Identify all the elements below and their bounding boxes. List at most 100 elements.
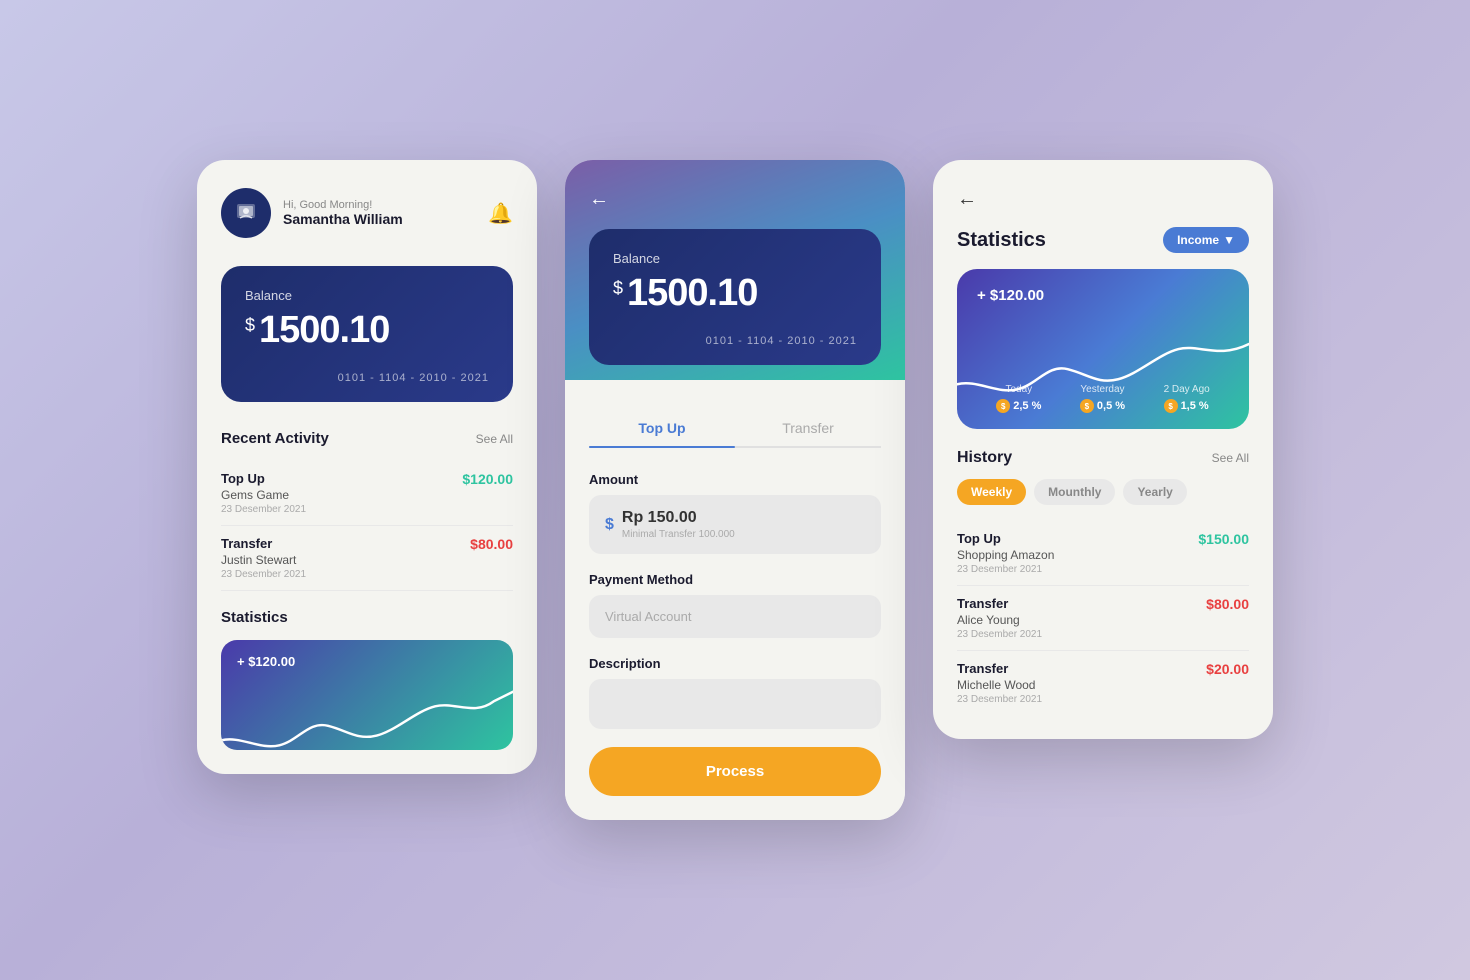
recent-activity-title: Recent Activity bbox=[221, 430, 329, 447]
history-row-2: Transfer Alice Young 23 Desember 2021 $8… bbox=[957, 596, 1249, 640]
payment-method-field[interactable]: Virtual Account bbox=[589, 595, 881, 638]
history-type-2: Transfer bbox=[957, 596, 1042, 611]
history-info-3: Transfer Michelle Wood 23 Desember 2021 bbox=[957, 661, 1042, 705]
process-button[interactable]: Process bbox=[589, 747, 881, 796]
chart-svg bbox=[221, 682, 513, 750]
tab-underline bbox=[589, 446, 735, 448]
chevron-down-icon: ▼ bbox=[1223, 233, 1235, 247]
description-field[interactable] bbox=[589, 679, 881, 729]
income-badge-label: Income bbox=[1177, 233, 1219, 247]
see-all-activity[interactable]: See All bbox=[476, 432, 513, 446]
history-amount-3: $20.00 bbox=[1206, 661, 1249, 677]
balance-currency-2: $ bbox=[613, 278, 623, 299]
tab-transfer[interactable]: Transfer bbox=[735, 410, 881, 446]
amount-field-col: Rp 150.00 Minimal Transfer 100.000 bbox=[622, 509, 735, 540]
description-label: Description bbox=[589, 656, 881, 671]
filter-yearly[interactable]: Yearly bbox=[1123, 479, 1186, 505]
activity-type: Top Up bbox=[221, 471, 306, 486]
balance-number: 1500.10 bbox=[259, 309, 389, 352]
history-type-3: Transfer bbox=[957, 661, 1042, 676]
history-name-2: Alice Young bbox=[957, 613, 1042, 627]
back-arrow-dark-icon[interactable]: ← bbox=[957, 188, 977, 211]
card-number: 0101 - 1104 - 2010 - 2021 bbox=[245, 372, 489, 384]
history-name-1: Shopping Amazon bbox=[957, 548, 1054, 562]
today-percent: 2,5 % bbox=[1013, 400, 1041, 412]
screen3: ← Statistics Income ▼ + $120.00 Today $ … bbox=[933, 160, 1273, 739]
history-amount-1: $150.00 bbox=[1198, 531, 1249, 547]
history-item-transfer2: Transfer Michelle Wood 23 Desember 2021 … bbox=[957, 651, 1249, 715]
statistics-card-big: + $120.00 Today $ 2,5 % Yesterday $ 0,5 … bbox=[957, 269, 1249, 429]
activity-name-2: Justin Stewart bbox=[221, 553, 306, 567]
income-badge[interactable]: Income ▼ bbox=[1163, 227, 1249, 253]
activity-date-2: 23 Desember 2021 bbox=[221, 569, 306, 580]
payment-method-label: Payment Method bbox=[589, 572, 881, 587]
balance-label: Balance bbox=[245, 288, 489, 303]
screen2-body: Top Up Transfer Amount $ Rp 150.00 Minim… bbox=[565, 380, 905, 820]
history-row-3: Transfer Michelle Wood 23 Desember 2021 … bbox=[957, 661, 1249, 705]
activity-amount-transfer: $80.00 bbox=[470, 536, 513, 552]
amount-hint: Minimal Transfer 100.000 bbox=[622, 529, 735, 540]
yesterday-percent: 0,5 % bbox=[1097, 400, 1125, 412]
history-title: History bbox=[957, 449, 1012, 467]
stats-card-value: + $120.00 bbox=[977, 287, 1229, 304]
history-row-1: Top Up Shopping Amazon 23 Desember 2021 … bbox=[957, 531, 1249, 575]
statistics-section: Statistics + $120.00 bbox=[221, 609, 513, 750]
screen3-title: Statistics bbox=[957, 229, 1046, 252]
dollar-symbol: $ bbox=[605, 516, 614, 534]
history-amount-2: $80.00 bbox=[1206, 596, 1249, 612]
back-arrow-icon[interactable]: ← bbox=[589, 188, 881, 211]
activity-name: Gems Game bbox=[221, 488, 306, 502]
activity-type-2: Transfer bbox=[221, 536, 306, 551]
screen2-header: ← Balance $ 1500.10 0101 - 1104 - 2010 -… bbox=[565, 160, 905, 380]
history-date-3: 23 Desember 2021 bbox=[957, 694, 1042, 705]
coin-icon-today: $ bbox=[996, 399, 1010, 413]
filter-tabs: Weekly Mounthly Yearly bbox=[957, 479, 1249, 505]
screen3-title-row: Statistics Income ▼ bbox=[957, 227, 1249, 253]
history-name-3: Michelle Wood bbox=[957, 678, 1042, 692]
screen3-back-header: ← bbox=[957, 188, 1249, 211]
greeting-text: Hi, Good Morning! bbox=[283, 199, 403, 211]
activity-row-2: Transfer Justin Stewart 23 Desember 2021… bbox=[221, 536, 513, 580]
history-header: History See All bbox=[957, 449, 1249, 467]
coin-icon-yesterday: $ bbox=[1080, 399, 1094, 413]
screen2: ← Balance $ 1500.10 0101 - 1104 - 2010 -… bbox=[565, 160, 905, 820]
history-date-1: 23 Desember 2021 bbox=[957, 564, 1054, 575]
coin-icon-2days: $ bbox=[1164, 399, 1178, 413]
balance-currency: $ bbox=[245, 315, 255, 336]
recent-activity-header: Recent Activity See All bbox=[221, 430, 513, 447]
filter-monthly[interactable]: Mounthly bbox=[1034, 479, 1115, 505]
amount-field[interactable]: $ Rp 150.00 Minimal Transfer 100.000 bbox=[589, 495, 881, 554]
see-all-history[interactable]: See All bbox=[1212, 451, 1249, 465]
history-info-2: Transfer Alice Young 23 Desember 2021 bbox=[957, 596, 1042, 640]
user-name: Samantha William bbox=[283, 211, 403, 227]
tabs: Top Up Transfer bbox=[589, 410, 881, 448]
history-date-2: 23 Desember 2021 bbox=[957, 629, 1042, 640]
activity-date: 23 Desember 2021 bbox=[221, 504, 306, 515]
history-type-1: Top Up bbox=[957, 531, 1054, 546]
2days-percent: 1,5 % bbox=[1181, 400, 1209, 412]
statistics-chart-mini: + $120.00 bbox=[221, 640, 513, 750]
history-info-1: Top Up Shopping Amazon 23 Desember 2021 bbox=[957, 531, 1054, 575]
stats-header: Statistics bbox=[221, 609, 513, 626]
chart-value: + $120.00 bbox=[237, 654, 497, 669]
amount-value: Rp 150.00 bbox=[622, 509, 735, 527]
screen1-header: Hi, Good Morning! Samantha William 🔔 bbox=[221, 188, 513, 238]
history-item-topup: Top Up Shopping Amazon 23 Desember 2021 … bbox=[957, 521, 1249, 586]
balance-card: Balance $ 1500.10 0101 - 1104 - 2010 - 2… bbox=[221, 266, 513, 402]
balance-amount: $ 1500.10 bbox=[245, 309, 489, 352]
statistics-title: Statistics bbox=[221, 609, 288, 626]
avatar bbox=[221, 188, 271, 238]
screen1: Hi, Good Morning! Samantha William 🔔 Bal… bbox=[197, 160, 537, 774]
avatar-text: Hi, Good Morning! Samantha William bbox=[283, 199, 403, 227]
activity-info-2: Transfer Justin Stewart 23 Desember 2021 bbox=[221, 536, 306, 580]
activity-amount-topup: $120.00 bbox=[462, 471, 513, 487]
tab-topup[interactable]: Top Up bbox=[589, 410, 735, 446]
notification-bell-icon[interactable]: 🔔 bbox=[488, 201, 513, 226]
payment-method-placeholder: Virtual Account bbox=[605, 609, 691, 624]
card-number-2: 0101 - 1104 - 2010 - 2021 bbox=[613, 335, 857, 347]
activity-info: Top Up Gems Game 23 Desember 2021 bbox=[221, 471, 306, 515]
screens-container: Hi, Good Morning! Samantha William 🔔 Bal… bbox=[197, 120, 1273, 860]
filter-weekly[interactable]: Weekly bbox=[957, 479, 1026, 505]
history-item-transfer1: Transfer Alice Young 23 Desember 2021 $8… bbox=[957, 586, 1249, 651]
amount-label: Amount bbox=[589, 472, 881, 487]
